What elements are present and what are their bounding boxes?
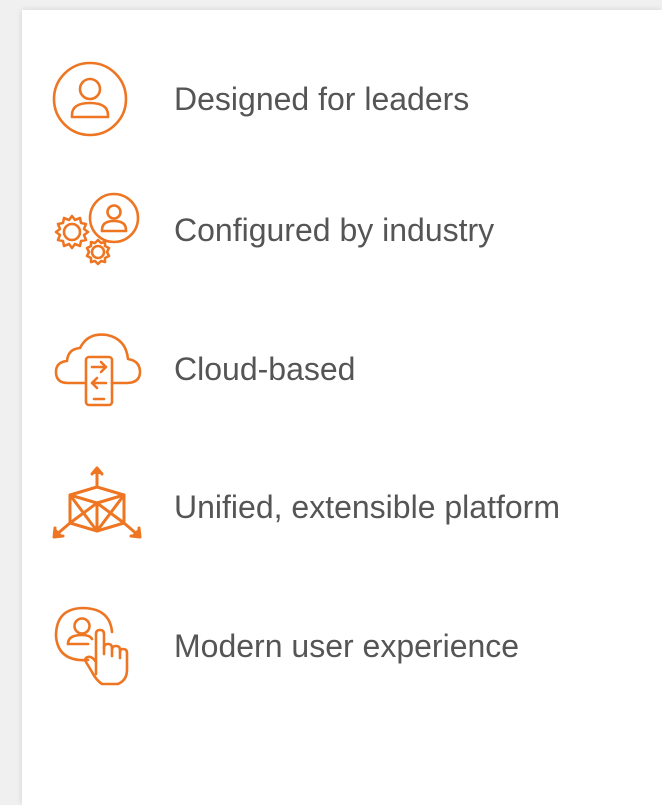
- feature-item-unified-extensible-platform: Unified, extensible platform: [50, 462, 560, 552]
- feature-item-designed-for-leaders: Designed for leaders: [50, 54, 469, 144]
- gears-user-icon: [50, 185, 146, 275]
- cloud-mobile-icon: [50, 324, 146, 414]
- feature-label: Modern user experience: [174, 627, 520, 664]
- feature-item-modern-user-experience: Modern user experience: [50, 601, 519, 691]
- cube-arrows-icon: [50, 462, 146, 552]
- feature-card: Designed for leaders Configured by indus…: [22, 10, 662, 805]
- feature-item-configured-by-industry: Configured by industry: [50, 185, 494, 275]
- user-circle-icon: [50, 54, 146, 144]
- feature-item-cloud-based: Cloud-based: [50, 324, 355, 414]
- feature-label: Unified, extensible platform: [174, 488, 560, 525]
- feature-label: Designed for leaders: [174, 80, 470, 117]
- user-touch-icon: [50, 601, 146, 691]
- feature-label: Cloud-based: [174, 350, 356, 387]
- feature-label: Configured by industry: [174, 211, 495, 248]
